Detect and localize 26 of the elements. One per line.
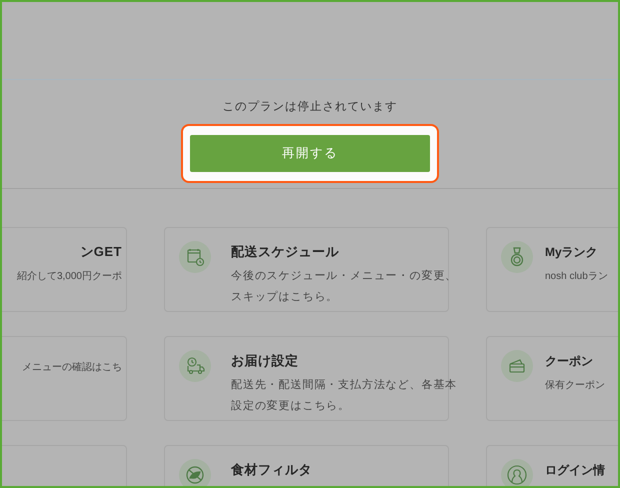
card-title: ンGET <box>80 243 122 261</box>
menu-card[interactable]: ログイン情 <box>486 445 618 486</box>
calendar-clock-icon <box>179 241 211 273</box>
card-title: Myランク <box>545 244 599 261</box>
card-description: 保有クーポン <box>545 379 606 393</box>
card-description: 配送先・配送間隔・支払方法など、各基本設定の変更はこちら。 <box>231 378 458 414</box>
plan-paused-message: このプランは停止されています <box>222 99 398 114</box>
card-title: 配送スケジュール <box>231 243 340 261</box>
leaf-slash-icon <box>179 459 211 486</box>
ticket-icon <box>501 350 533 382</box>
card-title: クーポン <box>545 353 594 370</box>
menu-card[interactable]: 食材フィルタ <box>164 445 449 486</box>
card-title: お届け設定 <box>231 352 300 370</box>
card-title: 食材フィルタ <box>231 461 312 479</box>
medal-icon <box>501 241 533 273</box>
menu-card[interactable]: Myランク nosh clubラン <box>486 227 618 312</box>
menu-card[interactable]: 配送スケジュール 今後のスケジュール・メニュー・の変更、スキップはこちら。 <box>164 227 449 312</box>
menu-card[interactable]: クーポン 保有クーポン <box>486 336 618 421</box>
card-description: メニューの確認はこち <box>22 360 122 375</box>
person-icon <box>501 459 533 486</box>
truck-clock-icon <box>179 350 211 382</box>
card-description: 紹介して3,000円クーポ <box>16 270 122 284</box>
card-title: ログイン情 <box>545 462 605 479</box>
card-description: nosh clubラン <box>545 270 609 284</box>
menu-card[interactable]: メニューの確認はこち <box>2 336 127 421</box>
menu-card[interactable]: ンGET 紹介して3,000円クーポ <box>2 227 127 312</box>
